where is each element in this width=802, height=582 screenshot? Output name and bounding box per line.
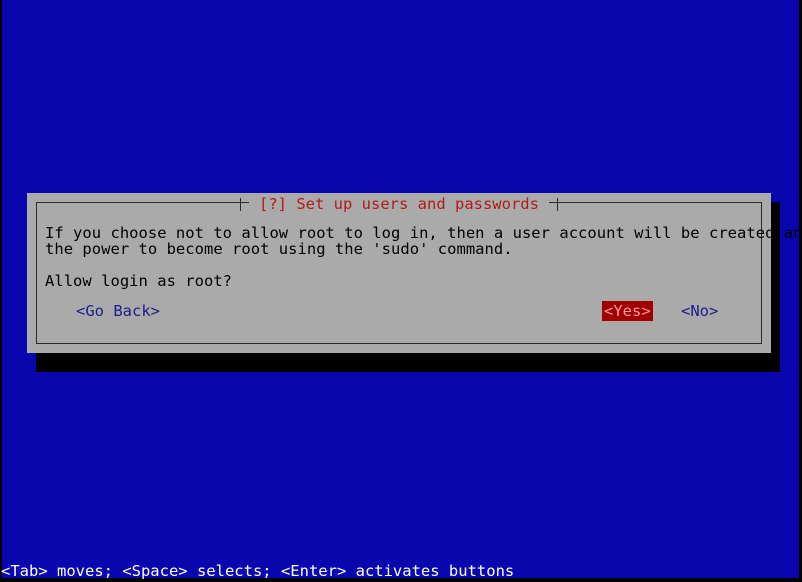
setup-users-passwords-dialog: [?] Set up users and passwords If you ch… <box>27 193 802 353</box>
body-paragraph1-line2: the power to become root using the 'sudo… <box>45 240 513 258</box>
body-question: Allow login as root? <box>45 272 233 290</box>
status-bar: <Tab> moves; <Space> selects; <Enter> ac… <box>1 562 515 580</box>
dialog-body-text: If you choose not to allow root to log i… <box>45 224 802 290</box>
no-button[interactable]: <No> <box>679 301 720 321</box>
go-back-button[interactable]: <Go Back> <box>74 301 162 321</box>
dialog-button-row: <Go Back> <Yes> <No> <box>45 301 757 321</box>
yes-button[interactable]: <Yes> <box>602 301 653 321</box>
body-blank-line <box>45 257 757 273</box>
installer-screen: [?] Set up users and passwords If you ch… <box>0 0 802 582</box>
body-paragraph1-line1: If you choose not to allow root to log i… <box>45 224 802 242</box>
